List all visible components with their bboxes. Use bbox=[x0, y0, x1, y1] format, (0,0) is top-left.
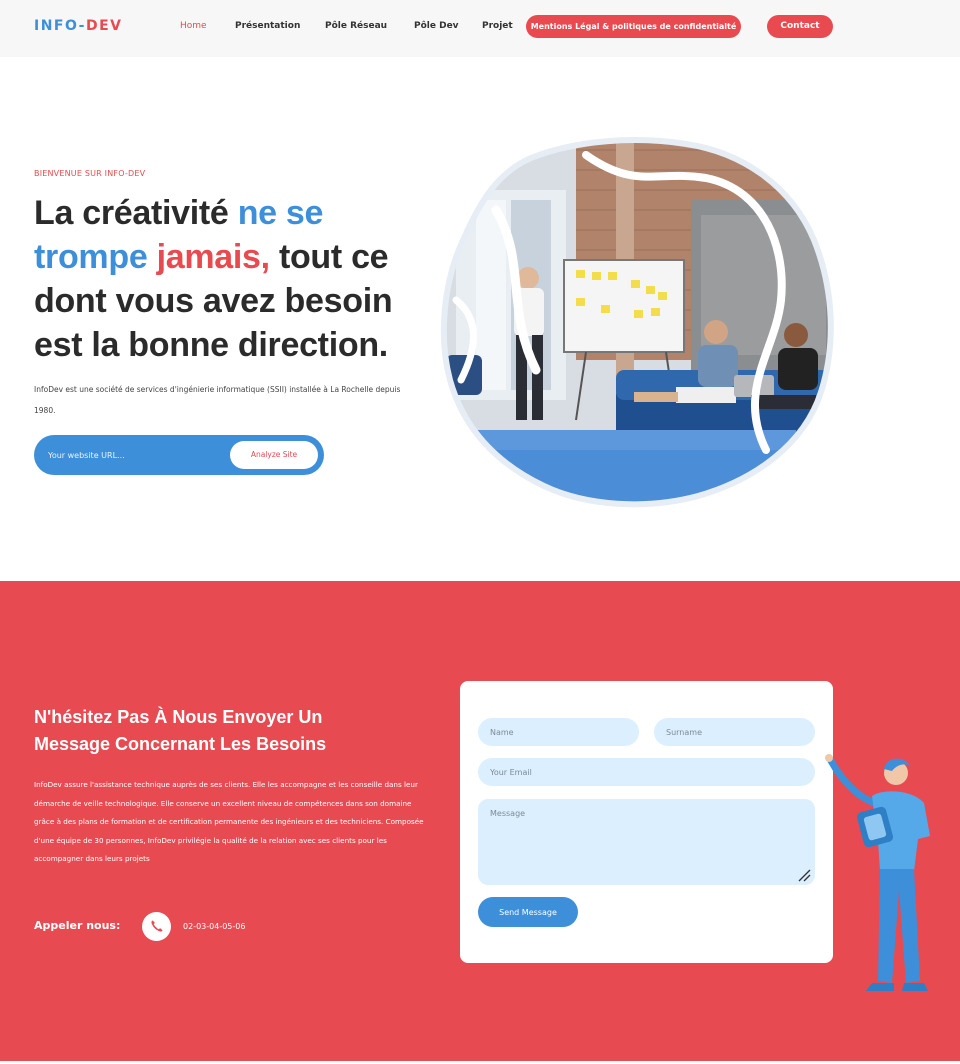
name-input[interactable] bbox=[478, 718, 639, 746]
hero-description: InfoDev est une société de services d'in… bbox=[34, 385, 401, 415]
headline-part-1: La créativité bbox=[34, 194, 238, 232]
person-illustration bbox=[825, 754, 930, 991]
contact-title: N'hésitez Pas À Nous Envoyer Un Message … bbox=[34, 707, 327, 754]
contact-section: N'hésitez Pas À Nous Envoyer Un Message … bbox=[0, 581, 960, 1061]
headline-part-7: est la bonne direction. bbox=[34, 326, 388, 364]
call-label: Appeler nous: bbox=[34, 919, 121, 932]
send-message-button[interactable]: Send Message bbox=[478, 897, 578, 927]
analyze-site-button[interactable]: Analyze Site bbox=[230, 441, 318, 469]
hero-office-photo bbox=[440, 137, 834, 508]
contact-button[interactable]: Contact bbox=[767, 15, 833, 38]
headline-part-4: jamais, bbox=[147, 238, 271, 276]
message-textarea[interactable] bbox=[478, 799, 815, 885]
headline-part-5: tout ce bbox=[269, 238, 389, 276]
legal-button[interactable]: Mentions Légal & politiques de confident… bbox=[526, 15, 741, 38]
hero-headline: La créativité ne se trompe jamais, tout … bbox=[34, 191, 414, 367]
phone-icon[interactable] bbox=[142, 912, 171, 941]
contact-form: Send Message bbox=[460, 681, 833, 963]
headline-part-2: ne se bbox=[237, 194, 324, 232]
headline-part-6: dont vous avez besoin bbox=[34, 282, 393, 320]
nav-home[interactable]: Home bbox=[180, 21, 207, 31]
contact-description: InfoDev assure l'assistance technique au… bbox=[34, 780, 424, 863]
navbar: INFO-DEV Home Présentation Pôle Réseau P… bbox=[0, 0, 960, 57]
logo[interactable]: INFO-DEV bbox=[34, 18, 123, 34]
surname-input[interactable] bbox=[654, 718, 815, 746]
resize-grip-icon[interactable] bbox=[797, 868, 811, 882]
email-input[interactable] bbox=[478, 758, 815, 786]
nav-presentation[interactable]: Présentation bbox=[235, 21, 300, 31]
nav-pole-dev[interactable]: Pôle Dev bbox=[414, 21, 459, 31]
logo-info: INFO- bbox=[34, 18, 86, 34]
hero-eyebrow: BIENVENUE SUR INFO-DEV bbox=[34, 169, 146, 178]
phone-number[interactable]: 02-03-04-05-06 bbox=[183, 922, 245, 931]
nav-projet[interactable]: Projet bbox=[482, 21, 513, 31]
website-url-input[interactable] bbox=[48, 446, 218, 464]
url-analyzer: Analyze Site bbox=[34, 435, 324, 475]
nav-pole-reseau[interactable]: Pôle Réseau bbox=[325, 21, 387, 31]
logo-dev: DEV bbox=[85, 18, 123, 34]
headline-part-3: trompe bbox=[34, 238, 148, 276]
